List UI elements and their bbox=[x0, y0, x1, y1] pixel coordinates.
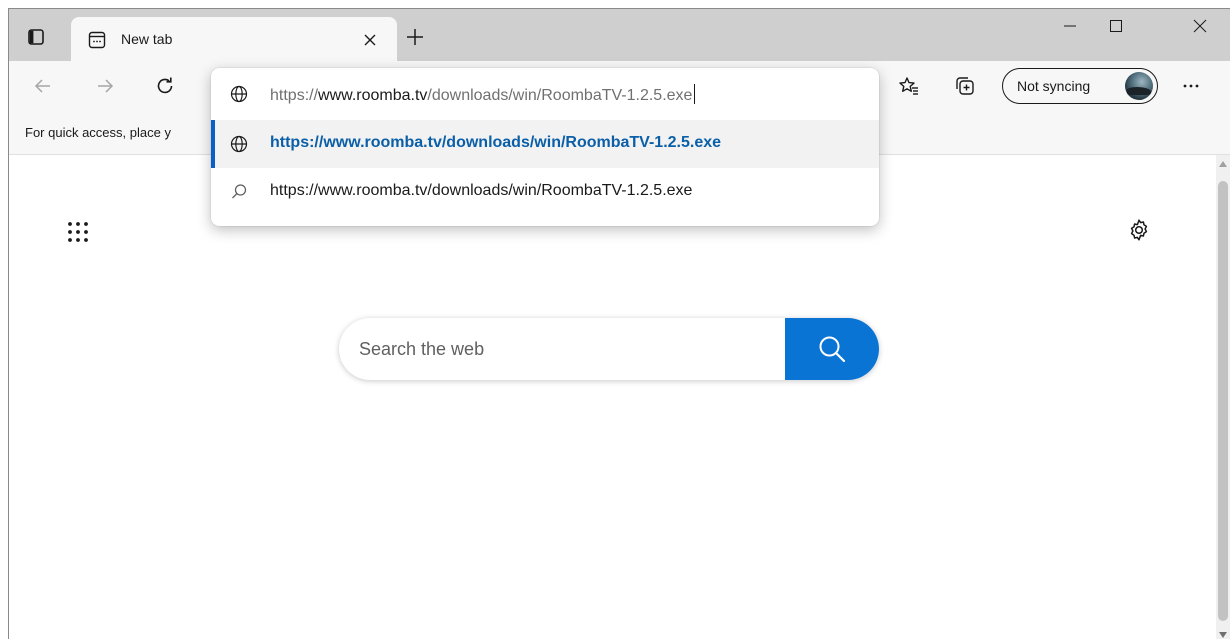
favorites-button[interactable] bbox=[893, 70, 925, 102]
more-icon bbox=[1183, 84, 1199, 88]
gear-icon bbox=[1130, 219, 1148, 241]
search-icon bbox=[819, 336, 846, 363]
new-tab-button[interactable] bbox=[402, 24, 428, 50]
tab-actions-button[interactable] bbox=[21, 22, 51, 52]
plus-icon bbox=[407, 29, 423, 45]
app-launcher-button[interactable] bbox=[61, 215, 95, 249]
maximize-button[interactable] bbox=[1093, 9, 1139, 43]
profile-button[interactable]: Not syncing bbox=[1002, 68, 1158, 104]
globe-icon bbox=[230, 135, 248, 153]
refresh-icon bbox=[157, 77, 173, 94]
page-settings-button[interactable] bbox=[1122, 213, 1156, 247]
url-scheme: https:// bbox=[270, 87, 319, 104]
web-search-box bbox=[339, 318, 879, 380]
close-icon bbox=[364, 34, 376, 46]
favorites-bar-hint: For quick access, place y bbox=[25, 125, 171, 140]
browser-window: New tab Not syncing For quick access, pl… bbox=[8, 8, 1230, 639]
vertical-tabs-icon bbox=[28, 29, 44, 45]
address-bar-dropdown: https://www.roomba.tv/downloads/win/Room… bbox=[211, 68, 879, 226]
favorites-icon bbox=[899, 77, 918, 95]
tab-title: New tab bbox=[121, 31, 173, 47]
tab-strip: New tab bbox=[9, 9, 1230, 61]
app-launcher-icon bbox=[68, 222, 88, 242]
address-input-text[interactable]: https://www.roomba.tv/downloads/win/Room… bbox=[270, 84, 696, 105]
search-icon bbox=[232, 184, 247, 199]
suggestion-search-text: https://www.roomba.tv/downloads/win/Room… bbox=[270, 182, 693, 199]
text-caret bbox=[694, 84, 696, 104]
url-path: /downloads/win/RoombaTV-1.2.5.exe bbox=[427, 87, 693, 104]
globe-icon bbox=[230, 85, 248, 103]
address-bar[interactable]: https://www.roomba.tv/downloads/win/Room… bbox=[211, 68, 879, 120]
settings-and-more-button[interactable] bbox=[1175, 70, 1207, 102]
suggestion-url-text: https://www.roomba.tv/downloads/win/Room… bbox=[270, 134, 722, 151]
tab-new-tab[interactable]: New tab bbox=[71, 17, 397, 61]
avatar bbox=[1125, 72, 1153, 100]
collections-button[interactable] bbox=[949, 70, 981, 102]
scroll-up-arrow[interactable] bbox=[1219, 161, 1227, 167]
minimize-button[interactable] bbox=[1047, 9, 1093, 43]
back-arrow-icon bbox=[34, 79, 50, 93]
search-input[interactable] bbox=[359, 318, 779, 380]
tab-close-button[interactable] bbox=[360, 30, 380, 50]
collections-icon bbox=[956, 77, 974, 95]
scroll-down-arrow[interactable] bbox=[1219, 632, 1227, 638]
close-icon bbox=[1193, 19, 1207, 33]
suggestion-item[interactable]: https://www.roomba.tv/downloads/win/Room… bbox=[211, 168, 879, 216]
back-button[interactable] bbox=[27, 70, 59, 102]
url-host: www.roomba.tv bbox=[318, 87, 428, 104]
minimize-icon bbox=[1064, 25, 1076, 27]
page-scrollbar[interactable] bbox=[1216, 155, 1230, 639]
scroll-thumb[interactable] bbox=[1218, 181, 1228, 621]
profile-sync-status: Not syncing bbox=[1017, 78, 1091, 94]
window-close-button[interactable] bbox=[1177, 9, 1223, 43]
suggestion-item[interactable]: https://www.roomba.tv/downloads/win/Room… bbox=[211, 120, 879, 168]
search-button[interactable] bbox=[785, 318, 879, 380]
maximize-icon bbox=[1110, 20, 1122, 32]
refresh-button[interactable] bbox=[149, 70, 181, 102]
new-tab-page bbox=[9, 155, 1230, 639]
forward-arrow-icon bbox=[98, 79, 114, 93]
new-tab-page-icon bbox=[88, 31, 106, 49]
forward-button[interactable] bbox=[89, 70, 121, 102]
